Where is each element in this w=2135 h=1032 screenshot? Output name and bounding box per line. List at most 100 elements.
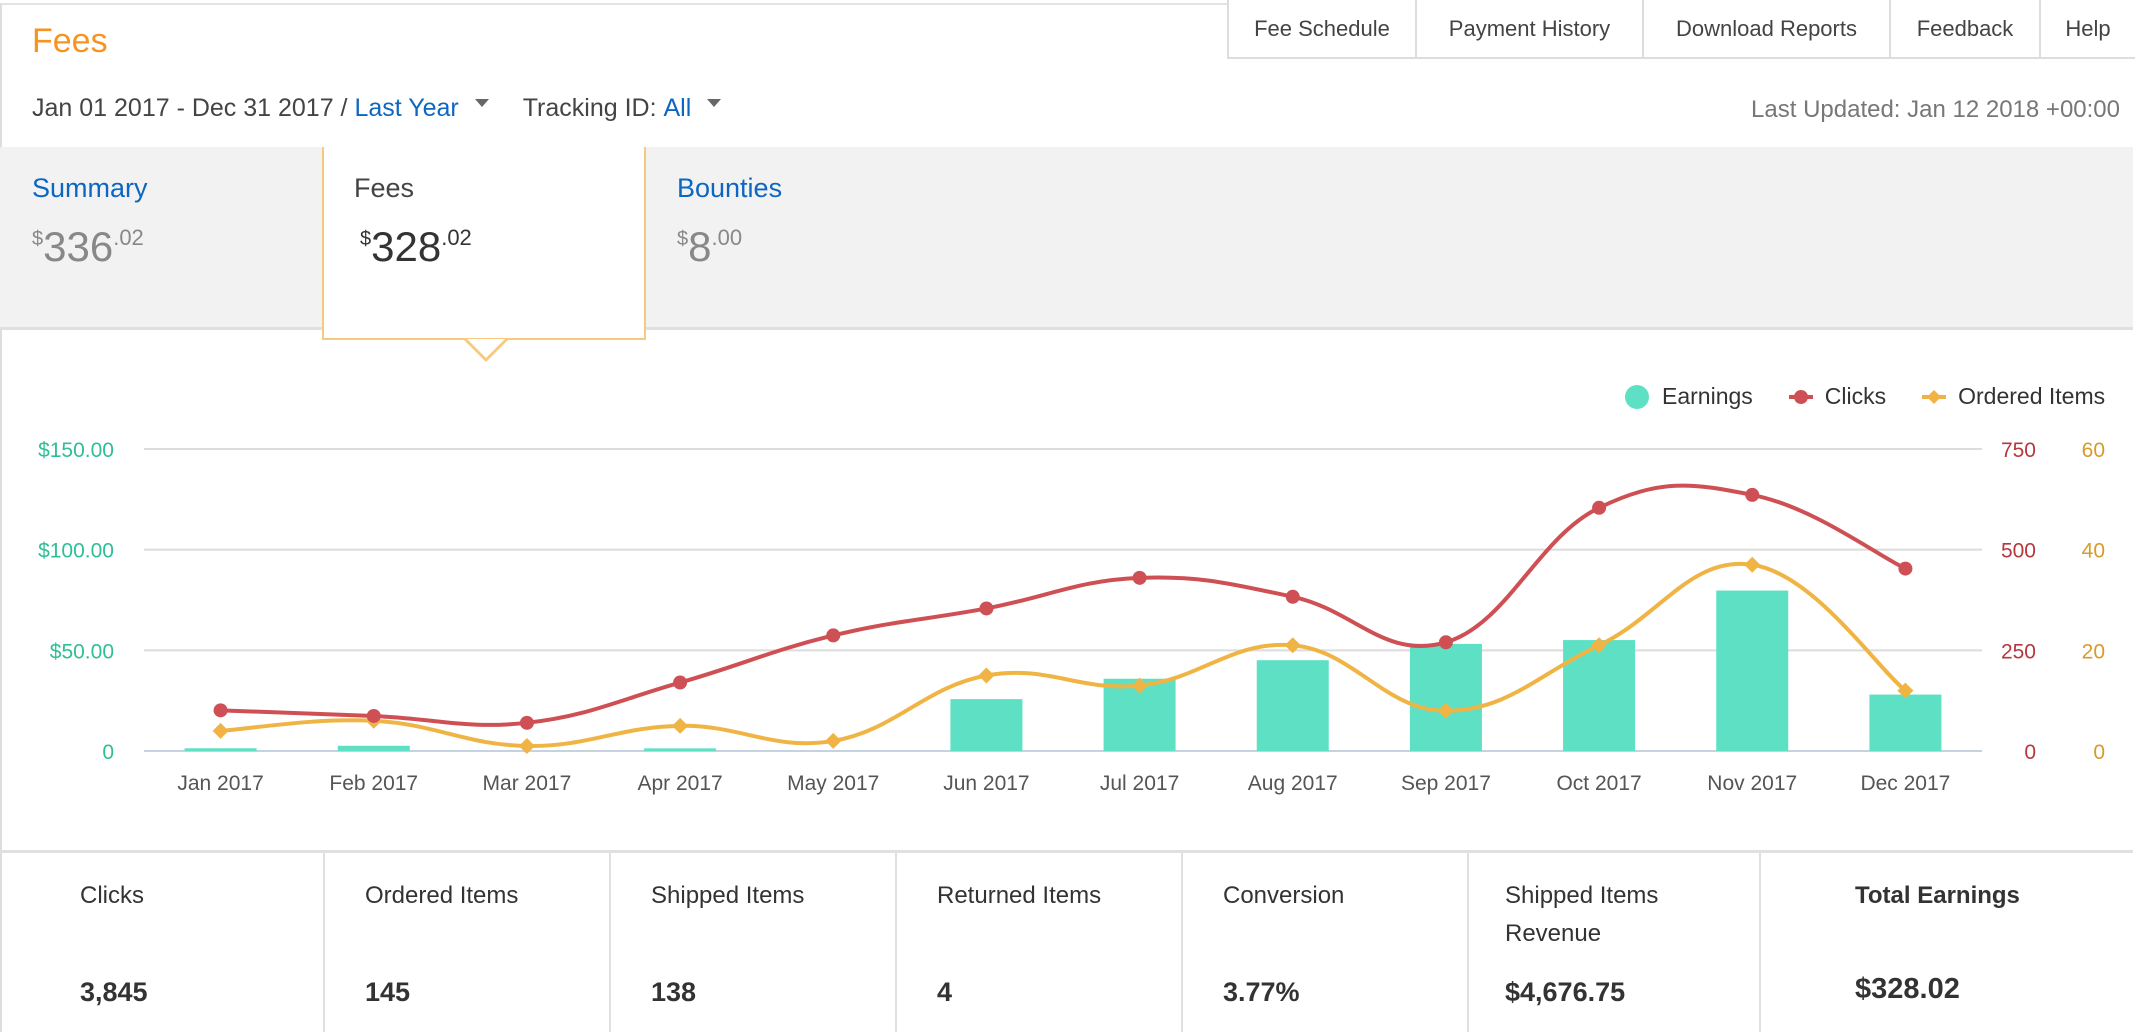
left-axis-tick: $150.00	[38, 439, 114, 462]
stat-value: 4	[937, 977, 953, 1007]
stat-label: Returned Items	[937, 882, 1102, 909]
stat-shipped-items: Shipped Items 138	[611, 853, 897, 1032]
clicks-point	[826, 628, 841, 643]
stat-shipped-items-revenue: Shipped Items Revenue $4,676.75	[1469, 853, 1761, 1032]
right-axis-clicks-tick: 750	[2001, 439, 2036, 462]
x-axis-tick: Feb 2017	[329, 772, 418, 795]
right-axis-ordered-tick: 0	[2093, 741, 2105, 764]
x-axis-tick: Jun 2017	[943, 772, 1029, 795]
x-axis-tick: Jul 2017	[1100, 772, 1179, 795]
currency-symbol: $	[32, 228, 44, 250]
earnings-bar	[1409, 643, 1482, 751]
right-axis-clicks-tick: 0	[2024, 741, 2036, 764]
right-axis-ordered-tick: 20	[2082, 640, 2105, 663]
stat-value: 145	[365, 977, 411, 1007]
clicks-point	[1285, 589, 1300, 604]
amount-dec: .02	[113, 225, 144, 250]
tab-fees-label: Fees	[354, 173, 415, 203]
earnings-bar	[644, 748, 717, 751]
stat-value: 3.77%	[1223, 977, 1300, 1007]
earnings-bar	[337, 745, 410, 751]
clicks-point	[1438, 635, 1453, 650]
x-axis-tick: Mar 2017	[483, 772, 572, 795]
x-axis-tick: Oct 2017	[1556, 772, 1641, 795]
right-axis-clicks-tick: 250	[2001, 640, 2036, 663]
help-button[interactable]: Help	[2039, 0, 2135, 59]
x-axis-tick: Apr 2017	[637, 772, 722, 795]
earnings-bar	[1869, 694, 1942, 751]
active-tab-pointer-inner	[467, 339, 505, 358]
clicks-point	[1132, 570, 1147, 585]
x-axis-tick: Nov 2017	[1707, 772, 1797, 795]
filters-bar: Jan 01 2017 - Dec 31 2017 / Last Year Tr…	[32, 94, 722, 123]
clicks-point	[519, 715, 534, 730]
amount-int: 336	[43, 223, 114, 270]
stat-clicks: Clicks 3,845	[0, 853, 325, 1032]
stat-label: Ordered Items	[365, 882, 519, 909]
date-preset-caret-icon[interactable]	[474, 98, 489, 107]
currency-symbol: $	[677, 228, 689, 250]
ordered-items-point	[1744, 556, 1761, 573]
tracking-id-label: Tracking ID:	[522, 94, 664, 122]
tracking-id-dropdown[interactable]: All	[664, 94, 692, 123]
x-axis-tick: Jan 2017	[177, 772, 263, 795]
ordered-items-point	[672, 717, 689, 734]
right-axis-ordered-tick: 40	[2082, 540, 2105, 563]
stat-label: Shipped Items	[651, 882, 805, 909]
amount-dec: .00	[711, 225, 743, 250]
stat-value: $4,676.75	[1505, 977, 1626, 1007]
x-axis-tick: Sep 2017	[1401, 772, 1491, 795]
top-nav: Fee Schedule Payment History Download Re…	[1227, 0, 2135, 59]
amount-dec: .02	[441, 225, 472, 250]
tab-bounties-label: Bounties	[677, 173, 783, 203]
stat-returned-items: Returned Items 4	[897, 853, 1183, 1032]
tab-summary-label: Summary	[32, 173, 148, 203]
stat-conversion: Conversion 3.77%	[1183, 853, 1469, 1032]
clicks-point	[366, 708, 381, 723]
x-axis-tick: Dec 2017	[1860, 772, 1950, 795]
tab-bounties-amount: $8.00	[677, 223, 742, 271]
amount-int: 8	[688, 223, 712, 270]
left-axis-tick: $100.00	[38, 540, 114, 563]
feedback-button[interactable]: Feedback	[1889, 0, 2039, 59]
stat-label: Shipped Items Revenue	[1505, 882, 1659, 947]
page-title: Fees	[32, 22, 108, 60]
right-axis-ordered-tick: 60	[2082, 439, 2105, 462]
right-axis-clicks-tick: 500	[2001, 540, 2036, 563]
stat-value: 138	[651, 977, 697, 1007]
tracking-id-caret-icon[interactable]	[707, 98, 722, 107]
clicks-point	[979, 601, 994, 616]
clicks-point	[1898, 561, 1913, 576]
tab-fees-amount: $328.02	[360, 223, 472, 271]
earnings-clicks-chart: 0 0 0 $50.00 250 20 $100.00 500 40 $150.00 750 60 Ja…	[38, 439, 2105, 795]
download-reports-button[interactable]: Download Reports	[1642, 0, 1889, 59]
clicks-point	[673, 675, 688, 690]
stat-label: Clicks	[80, 882, 144, 909]
currency-symbol: $	[360, 228, 372, 250]
stat-ordered-items: Ordered Items 145	[325, 853, 611, 1032]
stat-label: Conversion	[1223, 882, 1345, 909]
stat-label: Total Earnings	[1855, 882, 2020, 909]
earnings-bar	[184, 748, 257, 751]
tab-bounties[interactable]: Bounties $8.00	[646, 147, 966, 330]
stat-value: $328.02	[1855, 973, 1960, 1005]
last-updated: Last Updated: Jan 12 2018 +00:00	[1751, 96, 2120, 123]
left-axis-tick: $50.00	[50, 640, 114, 663]
date-preset-dropdown[interactable]: Last Year	[354, 94, 458, 123]
x-axis-tick: Aug 2017	[1248, 772, 1338, 795]
tab-fees[interactable]: Fees $328.02	[322, 147, 646, 362]
date-range-text: Jan 01 2017 - Dec 31 2017 /	[32, 94, 355, 122]
clicks-point	[213, 703, 228, 718]
tab-summary[interactable]: Summary $336.02	[0, 147, 322, 330]
stats-bar: Clicks 3,845 Ordered Items 145 Shipped I…	[0, 850, 2133, 1032]
clicks-line	[220, 483, 1907, 727]
stat-value: 3,845	[80, 977, 148, 1007]
left-axis-tick: 0	[102, 741, 114, 764]
fee-schedule-button[interactable]: Fee Schedule	[1227, 0, 1415, 59]
clicks-point	[1592, 500, 1607, 515]
stat-total-earnings: Total Earnings $328.02	[1761, 853, 2133, 1032]
amount-int: 328	[371, 223, 442, 270]
earnings-bar	[950, 699, 1023, 751]
ordered-items-point	[825, 732, 842, 749]
payment-history-button[interactable]: Payment History	[1415, 0, 1642, 59]
